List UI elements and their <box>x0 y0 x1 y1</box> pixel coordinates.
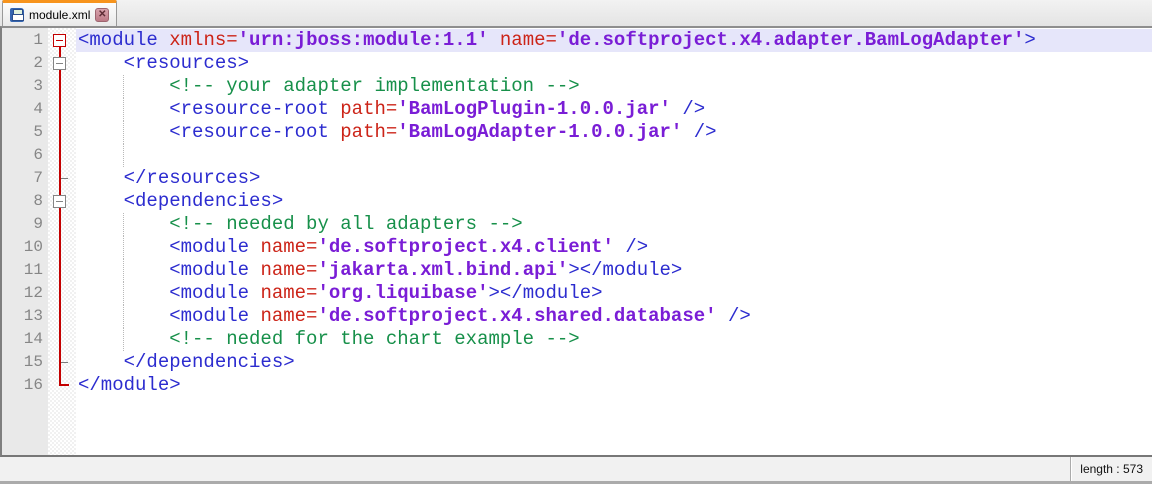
fold-collapse-icon <box>53 57 66 70</box>
line-number: 11 <box>2 259 48 282</box>
code-text[interactable]: </resources> <box>76 167 1152 190</box>
fold-margin-cell[interactable] <box>48 52 76 75</box>
fold-margin-cell <box>48 305 76 328</box>
fold-margin-cell <box>48 75 76 98</box>
notepad-window: module.xml ✕ 1 <module xmlns='urn:jboss:m… <box>0 0 1152 484</box>
line-number: 9 <box>2 213 48 236</box>
code-text[interactable]: <resource-root path='BamLogAdapter-1.0.0… <box>76 121 1152 144</box>
line-number: 2 <box>2 52 48 75</box>
code-line[interactable]: 9 <!-- needed by all adapters --> <box>2 213 1152 236</box>
line-number: 1 <box>2 29 48 52</box>
fold-margin-cell <box>48 144 76 167</box>
code-text[interactable] <box>76 144 1152 167</box>
line-number: 14 <box>2 328 48 351</box>
code-line[interactable]: 3 <!-- your adapter implementation --> <box>2 75 1152 98</box>
line-number: 4 <box>2 98 48 121</box>
code-line[interactable]: 4 <resource-root path='BamLogPlugin-1.0.… <box>2 98 1152 121</box>
code-editor[interactable]: 1 <module xmlns='urn:jboss:module:1.1' na… <box>0 26 1152 457</box>
code-text[interactable]: <module name='de.softproject.x4.client' … <box>76 236 1152 259</box>
code-text[interactable]: <resource-root path='BamLogPlugin-1.0.0.… <box>76 98 1152 121</box>
fold-margin-cell <box>48 259 76 282</box>
code-line[interactable]: 14 <!-- neded for the chart example --> <box>2 328 1152 351</box>
code-text[interactable]: </dependencies> <box>76 351 1152 374</box>
line-number: 13 <box>2 305 48 328</box>
fold-margin-cell <box>48 282 76 305</box>
floppy-disk-icon <box>10 8 24 22</box>
line-number: 8 <box>2 190 48 213</box>
code-line[interactable]: 6 <box>2 144 1152 167</box>
line-number: 7 <box>2 167 48 190</box>
fold-margin-cell <box>48 351 76 374</box>
code-text[interactable]: <module name='jakarta.xml.bind.api'></mo… <box>76 259 1152 282</box>
code-text[interactable]: <!-- neded for the chart example --> <box>76 328 1152 351</box>
line-number: 16 <box>2 374 48 397</box>
line-number: 12 <box>2 282 48 305</box>
fold-margin-cell <box>48 121 76 144</box>
fold-margin-cell <box>48 167 76 190</box>
code-rows: 1 <module xmlns='urn:jboss:module:1.1' na… <box>2 29 1152 397</box>
code-text[interactable]: <resources> <box>76 52 1152 75</box>
code-text[interactable]: <!-- your adapter implementation --> <box>76 75 1152 98</box>
line-number: 5 <box>2 121 48 144</box>
fold-margin-cell[interactable] <box>48 190 76 213</box>
code-line[interactable]: 11 <module name='jakarta.xml.bind.api'><… <box>2 259 1152 282</box>
code-line[interactable]: 5 <resource-root path='BamLogAdapter-1.0… <box>2 121 1152 144</box>
code-line[interactable]: 2 <resources> <box>2 52 1152 75</box>
fold-margin-cell <box>48 236 76 259</box>
status-bar: length : 573 <box>0 457 1152 484</box>
code-text[interactable]: <dependencies> <box>76 190 1152 213</box>
close-icon[interactable]: ✕ <box>95 8 109 22</box>
code-line[interactable]: 15 </dependencies> <box>2 351 1152 374</box>
code-line[interactable]: 13 <module name='de.softproject.x4.share… <box>2 305 1152 328</box>
fold-margin-cell[interactable] <box>48 29 76 52</box>
fold-margin-cell <box>48 213 76 236</box>
code-text[interactable]: <module xmlns='urn:jboss:module:1.1' nam… <box>76 29 1152 52</box>
line-number: 3 <box>2 75 48 98</box>
code-text[interactable]: <!-- needed by all adapters --> <box>76 213 1152 236</box>
code-line[interactable]: 10 <module name='de.softproject.x4.clien… <box>2 236 1152 259</box>
tab-bar: module.xml ✕ <box>0 0 1152 26</box>
code-line[interactable]: 1 <module xmlns='urn:jboss:module:1.1' na… <box>2 29 1152 52</box>
fold-margin-cell <box>48 374 76 397</box>
tab-module-xml[interactable]: module.xml ✕ <box>2 0 117 26</box>
status-length: length : 573 <box>1070 457 1152 481</box>
code-line[interactable]: 7 </resources> <box>2 167 1152 190</box>
code-text[interactable]: </module> <box>76 374 1152 397</box>
line-number: 15 <box>2 351 48 374</box>
tab-title: module.xml <box>29 8 90 22</box>
code-line[interactable]: 8 <dependencies> <box>2 190 1152 213</box>
line-number: 6 <box>2 144 48 167</box>
code-line[interactable]: 16 </module> <box>2 374 1152 397</box>
fold-collapse-icon <box>53 34 66 47</box>
line-number: 10 <box>2 236 48 259</box>
code-text[interactable]: <module name='org.liquibase'></module> <box>76 282 1152 305</box>
code-text[interactable]: <module name='de.softproject.x4.shared.d… <box>76 305 1152 328</box>
fold-margin-cell <box>48 98 76 121</box>
fold-collapse-icon <box>53 195 66 208</box>
code-line[interactable]: 12 <module name='org.liquibase'></module… <box>2 282 1152 305</box>
fold-margin-cell <box>48 328 76 351</box>
